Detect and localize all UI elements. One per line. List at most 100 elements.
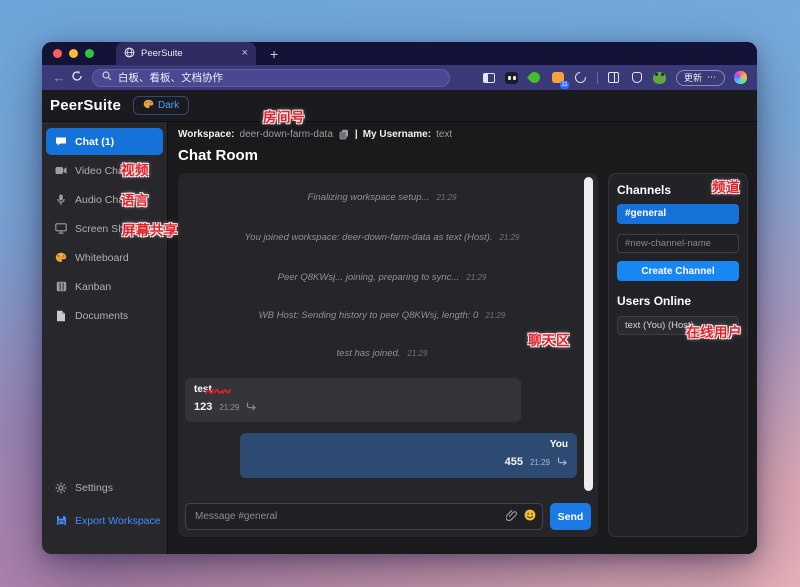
sidebar-item-kanban[interactable]: Kanban [46,273,163,300]
sidebar-item-label: Export Workspace [75,515,161,527]
robot-extension-icon[interactable] [505,71,519,85]
sidebar-item-label: Kanban [75,281,111,293]
toolbar-divider [597,72,598,84]
system-message: Finalizing workspace setup...21:29 [192,192,572,203]
video-camera-icon [55,165,67,177]
sidebar-item-export-workspace[interactable]: Export Workspace [46,507,163,534]
red-scribble-annotation [205,383,231,401]
app-header: PeerSuite Dark [42,90,757,122]
reload-icon[interactable] [68,70,86,85]
sidebar-item-label: Screen Share [75,223,139,235]
sidebar-item-label: Settings [75,482,113,494]
send-button[interactable]: Send [550,503,591,530]
update-label: 更新 [684,71,702,84]
sidebar-item-label: Documents [75,310,128,322]
browser-toolbar: ← 白板、看板、文档协作 11 更新 [42,65,757,90]
theme-toggle-button[interactable]: Dark [133,96,189,115]
sidebar-item-screen-share[interactable]: Screen Share [46,215,163,242]
reading-list-icon[interactable] [607,71,621,85]
frog-avatar-icon[interactable] [653,71,667,85]
close-window-button[interactable] [53,49,62,58]
workspace-label: Workspace: [178,129,235,140]
sidebar-item-label: Chat (1) [75,136,114,148]
sidebar-item-label: Audio Chat [75,194,127,206]
crescent-extension-icon[interactable] [574,71,588,85]
create-channel-button[interactable]: Create Channel [617,261,739,281]
shield-icon[interactable] [630,71,644,85]
maximize-window-button[interactable] [85,49,94,58]
sidebar-item-label: Video Chat [75,165,127,177]
browser-tab-bar: PeerSuite × + [42,42,757,65]
main-content: Workspace: deer-down-farm-data | My User… [168,122,757,554]
search-icon [102,71,112,84]
sidebar: Chat (1) Video Chat Audio Chat [42,122,168,554]
palette-icon [55,252,67,264]
workspace-bar: Workspace: deer-down-farm-data | My User… [178,128,452,140]
username-label: My Username: [363,129,431,140]
copy-icon[interactable] [338,128,350,140]
page-title: Chat Room [178,147,258,164]
globe-favicon-icon [124,45,135,63]
new-channel-input[interactable] [617,234,739,253]
chat-message-bubble: test 123 21:29 [185,378,521,422]
back-icon[interactable]: ← [50,70,68,85]
export-icon [55,515,67,527]
desktop-background: PeerSuite × + ← 白板、看板、文档协作 11 [0,0,800,587]
chat-bubble-icon [55,136,67,148]
app-logo: PeerSuite [50,97,121,114]
username-value: text [436,129,452,140]
sidebar-item-video-chat[interactable]: Video Chat [46,157,163,184]
minimize-window-button[interactable] [69,49,78,58]
channels-panel: Channels #general Create Channel Users O… [608,173,748,537]
message-input[interactable] [185,503,543,530]
emoji-icon[interactable] [524,508,536,526]
screen-share-icon [55,223,67,235]
reply-icon[interactable] [557,453,568,471]
palette-icon [143,99,154,112]
chat-message-bubble-self: You 455 21:29 [240,433,577,478]
sidebar-item-chat[interactable]: Chat (1) [46,128,163,155]
user-list-item: text (You) (Host) [617,316,739,335]
document-icon [55,310,67,322]
tab-title: PeerSuite [141,48,236,59]
attachment-icon[interactable] [506,508,517,526]
browser-window: PeerSuite × + ← 白板、看板、文档协作 11 [42,42,757,554]
leaf-extension-icon[interactable] [528,71,542,85]
tab-close-icon[interactable]: × [242,48,248,59]
chat-extension-icon[interactable]: 11 [551,71,565,85]
reply-icon[interactable] [246,398,257,416]
sidebar-item-label: Whiteboard [75,252,129,264]
sidebar-item-audio-chat[interactable]: Audio Chat [46,186,163,213]
chat-scrollbar[interactable] [584,177,593,491]
extension-badge: 11 [560,81,569,89]
browser-tab[interactable]: PeerSuite × [116,42,256,65]
update-button[interactable]: 更新 ⋯ [676,70,725,86]
message-sender: You [550,439,568,450]
channel-item-general[interactable]: #general [617,204,739,224]
extensions-row: 11 更新 ⋯ [482,70,747,86]
message-time: 21:29 [219,403,239,412]
split-view-icon[interactable] [482,71,496,85]
workspace-divider: | [355,129,358,140]
system-message: You joined workspace: deer-down-farm-dat… [192,232,572,243]
sidebar-item-whiteboard[interactable]: Whiteboard [46,244,163,271]
kanban-icon [55,281,67,293]
peersuite-app: PeerSuite Dark Chat (1) [42,90,757,554]
address-bar[interactable]: 白板、看板、文档协作 [92,69,450,87]
sidebar-item-settings[interactable]: Settings [46,474,163,501]
window-controls [42,49,104,58]
copilot-icon[interactable] [734,71,747,84]
system-message: Peer Q8KWsj... joining, preparing to syn… [192,272,572,283]
more-icon[interactable]: ⋯ [707,72,717,83]
new-tab-button[interactable]: + [270,47,278,61]
channels-heading: Channels [617,183,739,197]
message-time: 21:29 [530,458,550,467]
sidebar-item-documents[interactable]: Documents [46,302,163,329]
message-text: 123 [194,401,212,413]
gear-icon [55,482,67,494]
workspace-value: deer-down-farm-data [240,129,333,140]
theme-toggle-label: Dark [158,100,179,111]
system-message: test has joined.21:29 [192,348,572,359]
message-input-row: Send [185,503,591,530]
users-online-heading: Users Online [617,294,739,308]
